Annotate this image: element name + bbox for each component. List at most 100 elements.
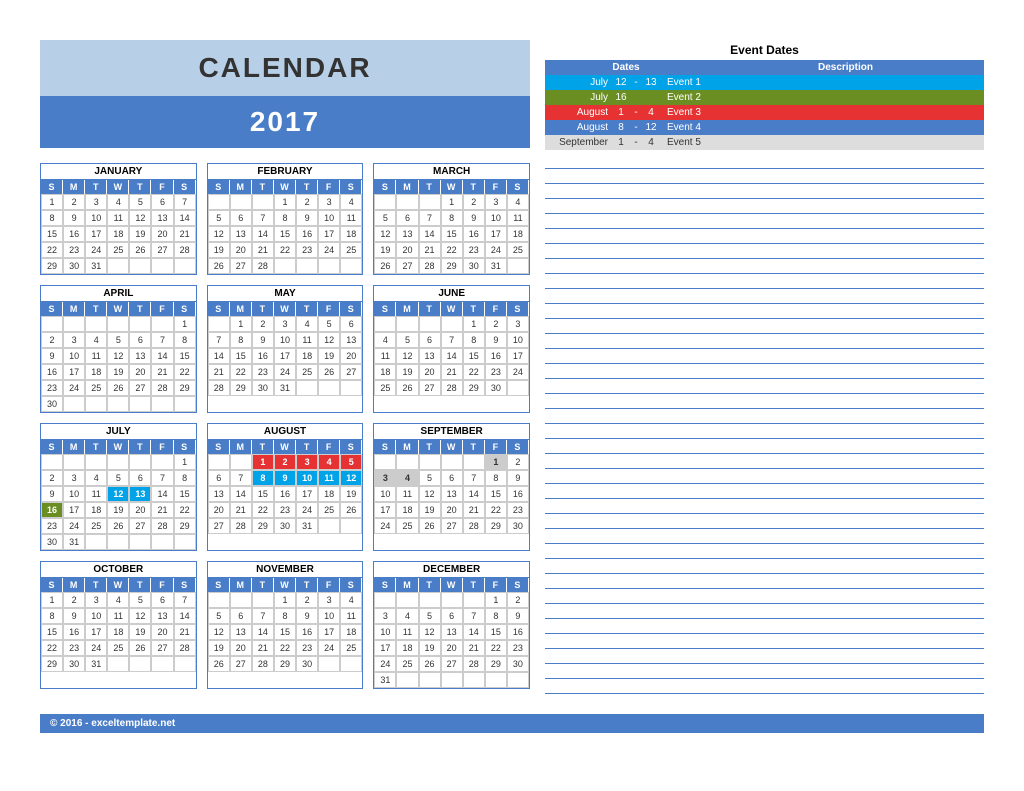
- day-cell: 6: [151, 592, 173, 608]
- day-cell: 19: [208, 242, 230, 258]
- day-header: F: [485, 302, 507, 316]
- day-cell: 31: [374, 672, 396, 688]
- calendar-container: CALENDAR 2017 JANUARYSMTWTFS123456789101…: [40, 40, 984, 694]
- day-cell: 21: [252, 242, 274, 258]
- day-cell: 22: [41, 242, 63, 258]
- day-cell: 30: [296, 656, 318, 672]
- event-desc: Event 2: [661, 90, 984, 105]
- day-cell: 8: [252, 470, 274, 486]
- day-header: S: [174, 180, 196, 194]
- day-cell: 15: [463, 348, 485, 364]
- day-cell-empty: [129, 656, 151, 672]
- day-cell: 28: [208, 380, 230, 396]
- day-cell-empty: [463, 592, 485, 608]
- day-cell: 29: [41, 656, 63, 672]
- day-cell-empty: [107, 534, 129, 550]
- ruled-line: [545, 244, 984, 259]
- ruled-line: [545, 199, 984, 214]
- day-cell: 4: [340, 194, 362, 210]
- ruled-line: [545, 274, 984, 289]
- day-cell: 13: [441, 624, 463, 640]
- events-header-dates: Dates: [545, 60, 707, 75]
- day-cell-empty: [374, 316, 396, 332]
- day-cell: 30: [63, 258, 85, 274]
- day-cell-empty: [107, 258, 129, 274]
- day-cell: 7: [252, 608, 274, 624]
- day-cell-empty: [318, 656, 340, 672]
- day-cell-empty: [374, 592, 396, 608]
- month-september: SEPTEMBERSMTWTFS123456789101112131415161…: [373, 423, 530, 551]
- day-cell: 25: [340, 242, 362, 258]
- day-cell-empty: [129, 534, 151, 550]
- day-cell: 22: [230, 364, 252, 380]
- day-cell: 23: [41, 380, 63, 396]
- day-cell: 20: [151, 624, 173, 640]
- day-cell: 11: [507, 210, 529, 226]
- day-cell: 31: [274, 380, 296, 396]
- day-header: F: [485, 180, 507, 194]
- day-cell-empty: [151, 656, 173, 672]
- day-cell: 20: [230, 242, 252, 258]
- day-cell: 15: [174, 348, 196, 364]
- ruled-line: [545, 664, 984, 679]
- day-cell: 10: [318, 210, 340, 226]
- day-cell: 8: [485, 608, 507, 624]
- day-cell: 26: [129, 640, 151, 656]
- ruled-line: [545, 484, 984, 499]
- day-cell: 24: [63, 380, 85, 396]
- ruled-line: [545, 184, 984, 199]
- day-cell-empty: [208, 454, 230, 470]
- day-cell: 18: [396, 502, 418, 518]
- day-cell: 9: [507, 470, 529, 486]
- day-cell: 26: [208, 656, 230, 672]
- day-cell: 1: [41, 194, 63, 210]
- day-cell: 25: [374, 380, 396, 396]
- ruled-line: [545, 499, 984, 514]
- day-cell: 7: [208, 332, 230, 348]
- day-header: S: [340, 302, 362, 316]
- day-cell: 9: [63, 608, 85, 624]
- ruled-line: [545, 469, 984, 484]
- day-cell: 7: [252, 210, 274, 226]
- day-cell-empty: [252, 592, 274, 608]
- day-cell: 7: [463, 470, 485, 486]
- ruled-line: [545, 169, 984, 184]
- day-cell-empty: [107, 454, 129, 470]
- event-day-start: 16: [611, 90, 631, 105]
- event-row: July16Event 2: [545, 90, 984, 105]
- ruled-line: [545, 409, 984, 424]
- ruled-line: [545, 619, 984, 634]
- event-month: August: [545, 120, 611, 135]
- day-header: W: [274, 180, 296, 194]
- day-header: T: [85, 440, 107, 454]
- day-cell: 24: [274, 364, 296, 380]
- day-header: T: [463, 180, 485, 194]
- day-cell: 18: [85, 502, 107, 518]
- day-cell: 9: [485, 332, 507, 348]
- day-header: S: [41, 578, 63, 592]
- day-cell: 27: [230, 258, 252, 274]
- day-cell-empty: [129, 396, 151, 412]
- day-cell: 6: [340, 316, 362, 332]
- day-cell-empty: [296, 258, 318, 274]
- day-cell: 21: [151, 502, 173, 518]
- day-cell: 16: [296, 226, 318, 242]
- day-cell: 14: [151, 348, 173, 364]
- day-cell: 8: [485, 470, 507, 486]
- day-cell-empty: [396, 672, 418, 688]
- day-cell-empty: [208, 316, 230, 332]
- day-cell: 1: [485, 454, 507, 470]
- event-day-start: 1: [611, 135, 631, 150]
- day-cell: 10: [85, 210, 107, 226]
- day-cell: 11: [340, 210, 362, 226]
- day-cell: 18: [340, 226, 362, 242]
- day-cell: 15: [485, 486, 507, 502]
- event-row: September1-4Event 5: [545, 135, 984, 150]
- day-cell: 25: [85, 380, 107, 396]
- day-cell: 22: [463, 364, 485, 380]
- day-cell: 20: [129, 364, 151, 380]
- day-cell: 19: [419, 502, 441, 518]
- day-cell: 28: [419, 258, 441, 274]
- ruled-line: [545, 604, 984, 619]
- day-header: S: [507, 302, 529, 316]
